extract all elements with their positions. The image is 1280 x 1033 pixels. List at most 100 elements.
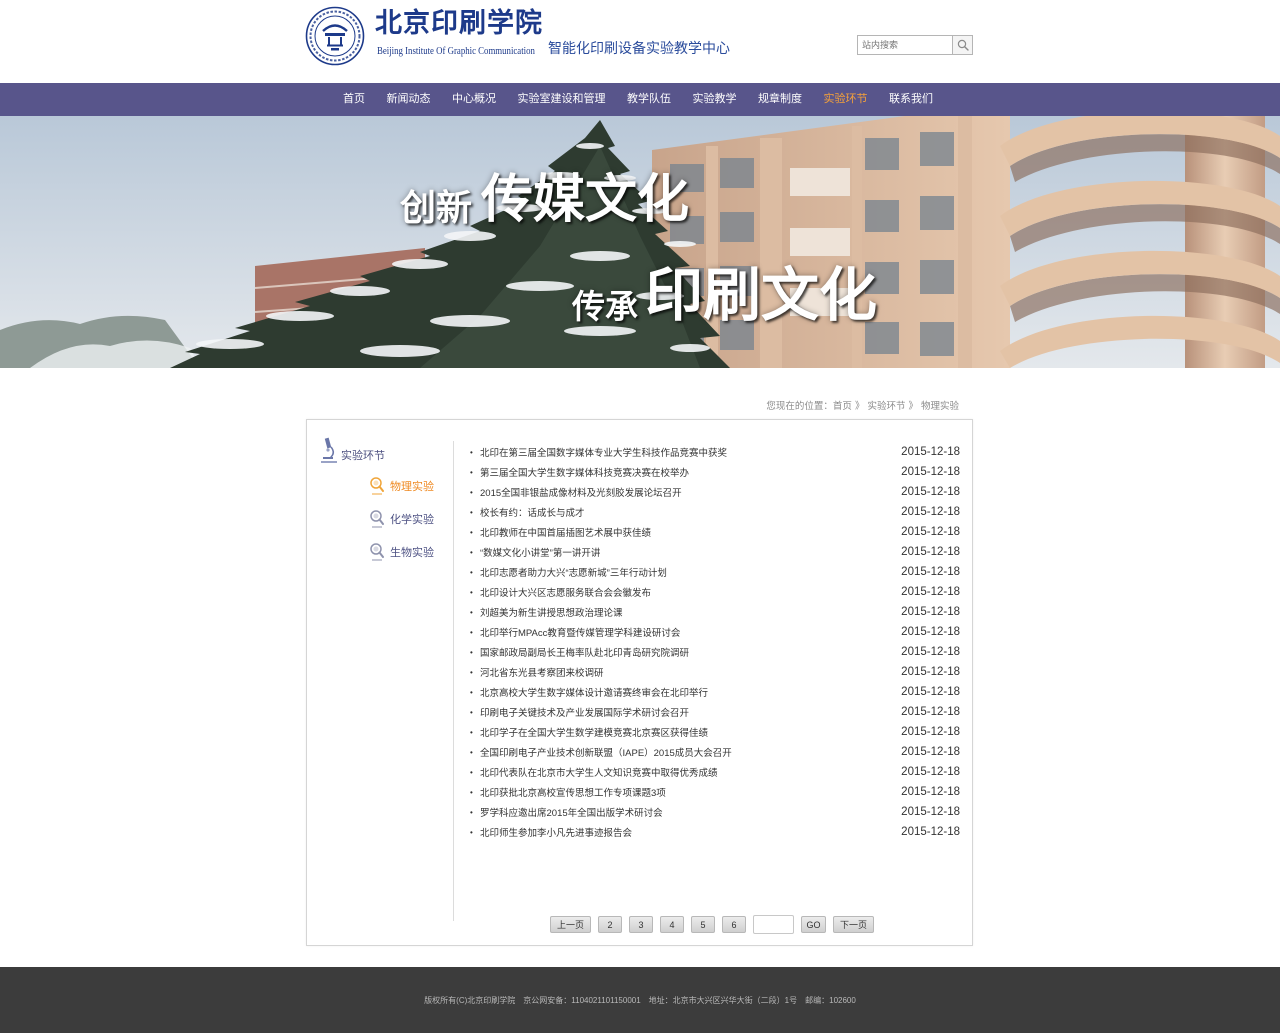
banner-photo <box>0 116 1280 368</box>
banner-slogan-line1-small: 创新 <box>400 187 473 229</box>
nav-item-contact-us[interactable]: 联系我们 <box>889 83 933 116</box>
news-date: 2015-12-18 <box>901 526 960 538</box>
nav-item-experimental-teaching[interactable]: 实验教学 <box>693 83 737 116</box>
news-title-link[interactable]: 印刷电子关键技术及产业发展国际学术研讨会召开 <box>480 705 689 719</box>
news-item: • 北印学子在全国大学生数学建模竞赛北京赛区获得佳绩 2015-12-18 <box>470 722 960 742</box>
news-date: 2015-12-18 <box>901 626 960 638</box>
news-date: 2015-12-18 <box>901 706 960 718</box>
content-panel: 实验环节 物理实验 化学实验 生物实验 • 北印在第三届全国数字媒体专业大学生科… <box>306 419 973 946</box>
bullet-icon: • <box>470 787 473 797</box>
bullet-icon: • <box>470 827 473 837</box>
news-date: 2015-12-18 <box>901 686 960 698</box>
go-button[interactable]: GO <box>801 916 826 933</box>
next-page-button[interactable]: 下一页 <box>833 916 874 933</box>
magnifier-icon <box>368 509 386 529</box>
prev-page-button[interactable]: 上一页 <box>550 916 591 933</box>
breadcrumb: 您现在的位置： 首页 》 实验环节 》 物理实验 <box>766 401 959 413</box>
bullet-icon: • <box>470 547 473 557</box>
page-button[interactable]: 4 <box>660 916 684 933</box>
news-title-link[interactable]: 北印在第三届全国数字媒体专业大学生科技作品竞赛中获奖 <box>480 445 727 459</box>
bullet-icon: • <box>470 747 473 757</box>
bullet-icon: • <box>470 727 473 737</box>
nav-item-news[interactable]: 新闻动态 <box>387 83 431 116</box>
sidebar-title: 实验环节 <box>341 450 385 462</box>
search-button[interactable] <box>953 36 972 54</box>
news-title-link[interactable]: 北京高校大学生数字媒体设计邀请赛终审会在北印举行 <box>480 685 708 699</box>
pagination: 上一页 2 3 4 5 6 GO 下一页 <box>550 915 874 934</box>
bullet-icon: • <box>470 807 473 817</box>
news-date: 2015-12-18 <box>901 506 960 518</box>
news-title-link[interactable]: 刘超美为新生讲授思想政治理论课 <box>480 605 623 619</box>
sidebar-item-chemistry[interactable]: 化学实验 <box>368 510 434 528</box>
page-jump-input[interactable] <box>753 915 794 934</box>
bullet-icon: • <box>470 607 473 617</box>
sidebar-item-label: 化学实验 <box>390 514 434 526</box>
news-title-link[interactable]: 河北省东光县考察团来校调研 <box>480 665 604 679</box>
sidebar-item-label: 物理实验 <box>390 481 434 493</box>
news-item: • 北印设计大兴区志愿服务联合会会徽发布 2015-12-18 <box>470 582 960 602</box>
news-title-link[interactable]: 北印师生参加李小凡先进事迹报告会 <box>480 825 632 839</box>
nav-item-home[interactable]: 首页 <box>343 83 365 116</box>
news-item: • 河北省东光县考察团来校调研 2015-12-18 <box>470 662 960 682</box>
news-title-link[interactable]: 校长有约：话成长与成才 <box>480 505 585 519</box>
bullet-icon: • <box>470 707 473 717</box>
news-date: 2015-12-18 <box>901 586 960 598</box>
breadcrumb-current[interactable]: 物理实验 <box>921 401 959 413</box>
nav-item-center-overview[interactable]: 中心概况 <box>452 83 496 116</box>
site-search <box>857 35 973 55</box>
page-button[interactable]: 3 <box>629 916 653 933</box>
news-title-link[interactable]: 第三届全国大学生数字媒体科技竞赛决赛在校举办 <box>480 465 689 479</box>
breadcrumb-experiment-sessions[interactable]: 实验环节 <box>867 401 905 413</box>
sidebar-item-biology[interactable]: 生物实验 <box>368 543 434 561</box>
school-seal-icon[interactable] <box>305 6 365 66</box>
site-footer: 版权所有(C)北京印刷学院 京公网安备：1104021101150001 地址：… <box>0 967 1280 1033</box>
magnifier-icon <box>368 542 386 562</box>
school-name-cn[interactable]: 北京印刷学院 <box>375 9 543 39</box>
search-icon <box>957 39 969 51</box>
search-input[interactable] <box>858 36 953 54</box>
news-title-link[interactable]: 北印代表队在北京市大学生人文知识竞赛中取得优秀成绩 <box>480 765 718 779</box>
sidebar-item-physics[interactable]: 物理实验 <box>368 477 434 495</box>
breadcrumb-prefix: 您现在的位置： <box>766 401 833 412</box>
footer-address: 地址：北京市大兴区兴华大街（二段）1号 <box>648 995 798 1005</box>
news-item: • 国家邮政局副局长王梅率队赴北印青岛研究院调研 2015-12-18 <box>470 642 960 662</box>
page-button[interactable]: 6 <box>722 916 746 933</box>
news-date: 2015-12-18 <box>901 746 960 758</box>
bullet-icon: • <box>470 467 473 477</box>
nav-item-regulations[interactable]: 规章制度 <box>758 83 802 116</box>
news-title-link[interactable]: 北印获批北京高校宣传思想工作专项课题3项 <box>480 785 666 799</box>
page-button[interactable]: 5 <box>691 916 715 933</box>
nav-list: 首页 新闻动态 中心概况 实验室建设和管理 教学队伍 实验教学 规章制度 实验环… <box>343 83 933 116</box>
news-title-link[interactable]: 北印设计大兴区志愿服务联合会会徽发布 <box>480 585 651 599</box>
news-title-link[interactable]: 国家邮政局副局长王梅率队赴北印青岛研究院调研 <box>480 645 689 659</box>
news-item: • 北印代表队在北京市大学生人文知识竞赛中取得优秀成绩 2015-12-18 <box>470 762 960 782</box>
bullet-icon: • <box>470 567 473 577</box>
nav-item-experiment-sessions[interactable]: 实验环节 <box>824 83 868 116</box>
breadcrumb-home[interactable]: 首页 <box>833 401 852 413</box>
news-date: 2015-12-18 <box>901 606 960 618</box>
footer-icp: 京公网安备：1104021101150001 <box>523 995 641 1005</box>
news-title-link[interactable]: “数媒文化小讲堂”第一讲开讲 <box>480 545 600 559</box>
news-date: 2015-12-18 <box>901 806 960 818</box>
bullet-icon: • <box>470 687 473 697</box>
news-title-link[interactable]: 北印教师在中国首届插图艺术展中获佳绩 <box>480 525 651 539</box>
news-item: • 罗学科应邀出席2015年全国出版学术研讨会 2015-12-18 <box>470 802 960 822</box>
news-date: 2015-12-18 <box>901 826 960 838</box>
main-nav: 首页 新闻动态 中心概况 实验室建设和管理 教学队伍 实验教学 规章制度 实验环… <box>0 83 1280 116</box>
bullet-icon: • <box>470 447 473 457</box>
bullet-icon: • <box>470 507 473 517</box>
bullet-icon: • <box>470 527 473 537</box>
news-date: 2015-12-18 <box>901 446 960 458</box>
news-item: • 全国印刷电子产业技术创新联盟（IAPE）2015成员大会召开 2015-12-1… <box>470 742 960 762</box>
news-date: 2015-12-18 <box>901 666 960 678</box>
news-title-link[interactable]: 北印举行MPAcc教育暨传媒管理学科建设研讨会 <box>480 625 680 639</box>
banner-slogan-line2-large: 印刷文化 <box>645 261 878 329</box>
news-title-link[interactable]: 罗学科应邀出席2015年全国出版学术研讨会 <box>480 805 663 819</box>
nav-item-teaching-team[interactable]: 教学队伍 <box>627 83 671 116</box>
news-title-link[interactable]: 全国印刷电子产业技术创新联盟（IAPE）2015成员大会召开 <box>480 745 732 759</box>
page-button[interactable]: 2 <box>598 916 622 933</box>
news-title-link[interactable]: 北印学子在全国大学生数学建模竞赛北京赛区获得佳绩 <box>480 725 708 739</box>
news-title-link[interactable]: 北印志愿者助力大兴“志愿新城”三年行动计划 <box>480 565 667 579</box>
news-title-link[interactable]: 2015全国非银盐成像材料及光刻胶发展论坛召开 <box>480 485 682 499</box>
nav-item-lab-construction[interactable]: 实验室建设和管理 <box>518 83 606 116</box>
